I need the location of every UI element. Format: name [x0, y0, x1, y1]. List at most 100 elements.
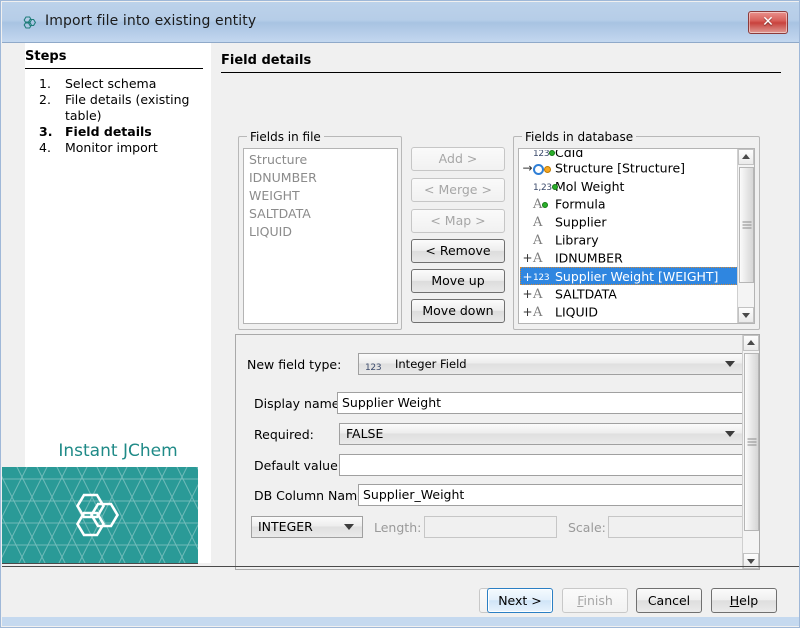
step-item-3: 3. Field details [25, 124, 211, 140]
expander[interactable]: → [522, 159, 533, 177]
tree-row[interactable]: 123CdId [520, 150, 738, 159]
product-wordmark: Instant JChem [25, 441, 211, 461]
cancel-button[interactable]: Cancel [636, 588, 702, 613]
display-name-label: Display name: [254, 396, 344, 411]
tree-row-label: Supplier Weight [WEIGHT] [555, 269, 718, 284]
decimal-field-icon: 1,23 [533, 177, 555, 197]
text-field-icon: A [533, 195, 555, 214]
tree-row-selected[interactable]: +123Supplier Weight [WEIGHT] [520, 267, 738, 285]
step-label: Select schema [65, 76, 156, 91]
structure-field-icon [533, 160, 555, 178]
step-number: 1. [39, 76, 51, 92]
sql-type-combo[interactable]: INTEGER [251, 516, 363, 538]
tree-row-label: Structure [Structure] [555, 161, 685, 176]
help-button[interactable]: Help [711, 588, 777, 613]
detail-pane-scrollbar[interactable] [742, 335, 759, 569]
database-list-scrollbar[interactable] [737, 149, 754, 323]
text-plain-icon: A [533, 285, 555, 304]
expander[interactable]: + [522, 249, 533, 267]
integer-field-icon: 123 [533, 267, 555, 287]
import-wizard-window: Import file into existing entity ✕ Steps… [0, 0, 800, 628]
chevron-up-icon [742, 154, 750, 159]
list-item[interactable]: WEIGHT [244, 187, 397, 205]
expander[interactable]: + [522, 285, 533, 303]
scroll-down-button[interactable] [738, 307, 754, 323]
new-field-type-value: Integer Field [395, 357, 467, 371]
instant-jchem-logo-icon [70, 489, 130, 541]
tree-row[interactable]: +AIDNUMBER [520, 249, 738, 267]
tree-row[interactable]: +ASALTDATA [520, 285, 738, 303]
text-plain-icon: A [533, 213, 555, 232]
next-button[interactable]: Next > [487, 588, 553, 613]
default-value-input[interactable] [339, 454, 744, 476]
steps-list: 1. Select schema 2. File details (existi… [25, 76, 211, 156]
field-detail-pane: New field type: 123 Integer Field Displa… [235, 334, 760, 570]
display-name-input[interactable]: Supplier Weight [337, 392, 744, 414]
tree-row-label: LIQUID [555, 305, 598, 320]
expander[interactable]: + [522, 303, 533, 321]
step-number: 2. [39, 92, 51, 108]
number-field-icon: 123 [533, 150, 555, 156]
fields-in-file-list[interactable]: Structure IDNUMBER WEIGHT SALTDATA LIQUI… [243, 148, 398, 324]
list-item[interactable]: SALTDATA [244, 205, 397, 223]
step-label: Monitor import [65, 140, 158, 155]
step-number: 3. [39, 124, 52, 140]
remove-button[interactable]: < Remove [411, 239, 505, 263]
new-field-type-combo[interactable]: 123 Integer Field [358, 353, 744, 375]
tree-row[interactable]: 1,23Mol Weight [520, 177, 738, 195]
steps-heading: Steps [25, 49, 66, 64]
tree-row[interactable]: → Structure [Structure] [520, 159, 738, 177]
add-button[interactable]: Add > [411, 147, 505, 171]
expander[interactable]: + [522, 268, 533, 286]
list-item[interactable]: Structure [244, 151, 397, 169]
new-field-type-label: New field type: [247, 357, 341, 372]
text-plain-icon: A [533, 303, 555, 322]
chevron-down-icon [747, 559, 755, 564]
move-down-button[interactable]: Move down [411, 299, 505, 323]
length-input[interactable] [424, 516, 557, 538]
tree-row-label: Supplier [555, 215, 607, 230]
window-bottom-strip [2, 617, 800, 626]
scroll-up-button[interactable] [743, 335, 759, 351]
finish-button[interactable]: Finish [562, 588, 628, 613]
text-plain-icon: A [533, 249, 555, 268]
tree-row-label: Library [555, 233, 599, 248]
close-button[interactable]: ✕ [748, 11, 788, 34]
step-item-4: 4. Monitor import [25, 140, 211, 156]
required-value: FALSE [346, 426, 383, 441]
steps-divider [25, 68, 203, 69]
step-label: File details (existing table) [65, 92, 189, 123]
db-column-name-input[interactable]: Supplier_Weight [358, 484, 744, 506]
step-label: Field details [65, 124, 152, 139]
title-bar: Import file into existing entity ✕ [2, 2, 800, 43]
scrollbar-thumb[interactable] [744, 353, 759, 531]
window-title: Import file into existing entity [45, 13, 256, 29]
scroll-up-button[interactable] [738, 149, 754, 165]
scale-input[interactable] [608, 516, 744, 538]
required-combo[interactable]: FALSE [339, 423, 744, 445]
tree-row[interactable]: AFormula [520, 195, 738, 213]
step-item-1: 1. Select schema [25, 76, 211, 92]
footer-divider [2, 566, 800, 567]
scrollbar-thumb[interactable] [739, 167, 754, 283]
list-item[interactable]: LIQUID [244, 223, 397, 241]
branding-panel [2, 467, 198, 564]
chevron-down-icon [725, 431, 735, 437]
tree-row[interactable]: ALibrary [520, 231, 738, 249]
tree-row[interactable]: +ALIQUID [520, 303, 738, 321]
chevron-down-icon [725, 361, 735, 367]
chevron-up-icon [747, 340, 755, 345]
map-button[interactable]: < Map > [411, 209, 505, 233]
tree-row-label: SALTDATA [555, 287, 617, 302]
close-icon: ✕ [749, 14, 787, 30]
tree-row[interactable]: ASupplier [520, 213, 738, 231]
grip-icon [747, 439, 756, 446]
sql-type-value: INTEGER [258, 519, 313, 534]
move-up-button[interactable]: Move up [411, 269, 505, 293]
tree-row-label: Mol Weight [555, 179, 624, 194]
integer-field-icon: 123 [365, 358, 381, 375]
merge-button[interactable]: < Merge > [411, 178, 505, 202]
list-item[interactable]: IDNUMBER [244, 169, 397, 187]
grip-icon [742, 222, 751, 229]
fields-in-database-list[interactable]: 123CdId → Structure [Structure] 1,23Mol W… [518, 148, 755, 324]
